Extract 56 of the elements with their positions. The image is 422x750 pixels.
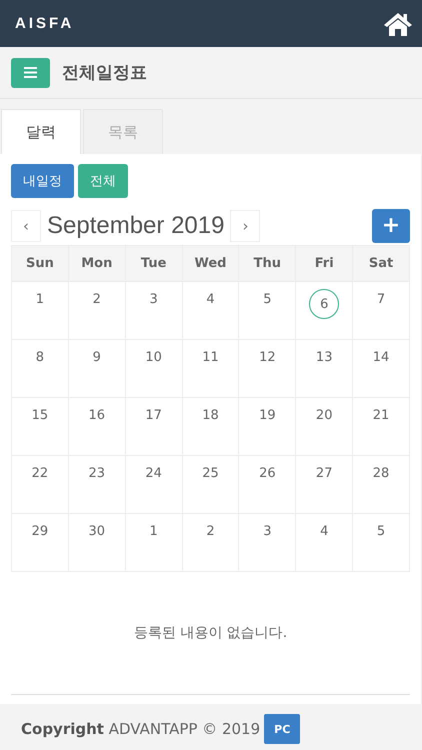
month-title: September 2019 [46, 212, 226, 240]
day-number[interactable]: 21 [366, 400, 396, 430]
day-number[interactable]: 1 [138, 516, 169, 546]
day-number[interactable]: 11 [195, 342, 226, 372]
menu-button[interactable] [11, 58, 50, 88]
previous-month-button[interactable]: ‹ [11, 210, 41, 242]
day-number[interactable]: 18 [195, 400, 226, 430]
add-button[interactable]: + [372, 208, 410, 242]
day-number[interactable]: 29 [24, 516, 55, 546]
day-number[interactable]: 14 [366, 342, 396, 372]
weekday-header: Sun [12, 246, 69, 282]
tab[interactable]: 달력 [1, 109, 81, 154]
weekday-header: Fri [296, 246, 354, 282]
day-number[interactable]: 4 [195, 284, 226, 314]
day-number[interactable]: 26 [252, 458, 282, 488]
day-number[interactable]: 2 [195, 516, 226, 546]
empty-message: 등록된 내용이 없습니다. [132, 624, 288, 642]
menu-icon [24, 67, 37, 78]
day-number[interactable]: 3 [138, 284, 169, 314]
day-number[interactable]: 27 [309, 458, 340, 488]
day-number[interactable]: 24 [138, 458, 169, 488]
next-month-button[interactable]: › [230, 210, 260, 242]
day-number[interactable]: 7 [366, 284, 396, 314]
weekday-header: Sat [353, 246, 410, 282]
day-number[interactable]: 8 [24, 342, 55, 372]
day-number[interactable]: 28 [366, 458, 396, 488]
day-number[interactable]: 10 [138, 342, 169, 372]
day-number[interactable]: 23 [82, 458, 112, 488]
day-number[interactable]: 17 [138, 400, 169, 430]
day-number[interactable]: 30 [82, 516, 112, 546]
day-number[interactable]: 25 [195, 458, 226, 488]
app-logo: AISFA [15, 15, 74, 32]
day-number[interactable]: 5 [252, 284, 282, 314]
day-number[interactable]: 19 [252, 400, 282, 430]
copyright-text: Copyright ADVANTAPP © 2019 [21, 720, 260, 738]
pc-button[interactable]: PC [264, 714, 300, 744]
day-number[interactable]: 3 [252, 516, 282, 546]
day-number[interactable]: 9 [82, 342, 112, 372]
weekday-header: Wed [182, 246, 240, 282]
day-number[interactable]: 20 [309, 400, 340, 430]
day-number[interactable]: 5 [366, 516, 396, 546]
filter-button[interactable]: 내일정 [11, 164, 74, 198]
page-title: 전체일정표 [62, 62, 147, 84]
day-number[interactable]: 4 [309, 516, 340, 546]
weekday-header: Tue [126, 246, 183, 282]
weekday-header: Mon [68, 246, 126, 282]
day-number[interactable]: 13 [309, 342, 340, 372]
day-number[interactable]: 1 [24, 284, 55, 314]
day-number[interactable]: 6 [309, 289, 340, 319]
day-number[interactable]: 22 [24, 458, 55, 488]
weekday-header: Thu [239, 246, 296, 282]
day-number[interactable]: 15 [24, 400, 55, 430]
home-icon[interactable] [383, 10, 413, 36]
day-number[interactable]: 12 [252, 342, 282, 372]
day-number[interactable]: 2 [82, 284, 112, 314]
day-number[interactable]: 16 [82, 400, 112, 430]
